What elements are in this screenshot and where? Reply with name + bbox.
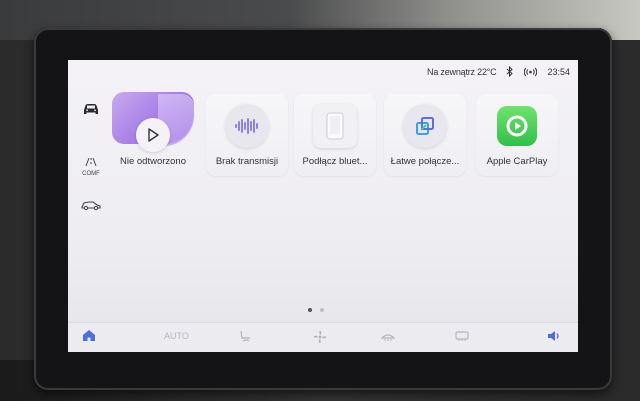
rail-item-car[interactable] [78, 102, 104, 121]
volume-icon [548, 331, 559, 341]
seat-heat-icon [240, 330, 250, 342]
auto-label: AUTO [164, 331, 189, 341]
fan-button[interactable] [312, 329, 328, 345]
infotainment-screen: Na zewnątrz 22°C 23:54 COMF Nie odtworzo… [68, 60, 578, 352]
bluetooth-tile-label: Podłącz bluet... [302, 156, 368, 167]
car-icon [82, 102, 100, 121]
fan-icon [313, 330, 327, 344]
waveform-icon [225, 104, 269, 148]
seat-heat-button[interactable] [238, 329, 254, 343]
page-dot-2[interactable] [320, 308, 324, 312]
easy-connect-tile-label: Łatwe połącze... [390, 156, 460, 167]
rail-item-comf-label: COMF [82, 171, 100, 177]
media-tile[interactable]: Nie odtworzono [112, 92, 194, 176]
bluetooth-tile[interactable]: Podłącz bluet... [294, 94, 376, 176]
bluetooth-icon [506, 66, 514, 77]
page-dot-1[interactable] [308, 308, 312, 312]
status-bar: Na zewnątrz 22°C 23:54 [427, 66, 570, 77]
play-icon [148, 128, 159, 142]
auto-button[interactable]: AUTO [164, 331, 189, 341]
play-button[interactable] [136, 118, 170, 152]
car-side-icon [81, 198, 101, 216]
screen-mirror-icon [403, 104, 447, 148]
comfort-icon [83, 154, 99, 172]
rear-defrost-button[interactable] [454, 329, 470, 343]
media-tile-label: Nie odtworzono [119, 156, 186, 167]
home-icon [83, 330, 95, 341]
rail-item-comf[interactable]: COMF [78, 154, 104, 177]
page-indicator [308, 308, 324, 312]
bottom-bar: AUTO [68, 322, 578, 352]
carplay-icon [497, 106, 537, 146]
volume-button[interactable] [546, 329, 562, 343]
wireless-icon [524, 67, 538, 77]
phone-icon [313, 104, 357, 148]
carplay-tile[interactable]: Apple CarPlay [476, 94, 558, 176]
app-tiles: Nie odtworzono Brak transmisji Podłącz b… [112, 92, 572, 176]
stream-tile[interactable]: Brak transmisji [206, 94, 288, 176]
left-rail: COMF [68, 90, 112, 290]
outside-temperature: Na zewnątrz 22°C [427, 66, 497, 77]
rail-item-car-side[interactable] [78, 198, 104, 216]
carplay-tile-label: Apple CarPlay [486, 156, 548, 167]
defrost-rear-icon [455, 331, 469, 341]
defrost-front-icon [380, 334, 396, 341]
clock: 23:54 [547, 66, 570, 77]
home-button[interactable] [82, 329, 96, 342]
stream-tile-label: Brak transmisji [215, 156, 279, 167]
easy-connect-tile[interactable]: Łatwe połącze... [384, 94, 466, 176]
front-defrost-button[interactable] [380, 329, 396, 343]
